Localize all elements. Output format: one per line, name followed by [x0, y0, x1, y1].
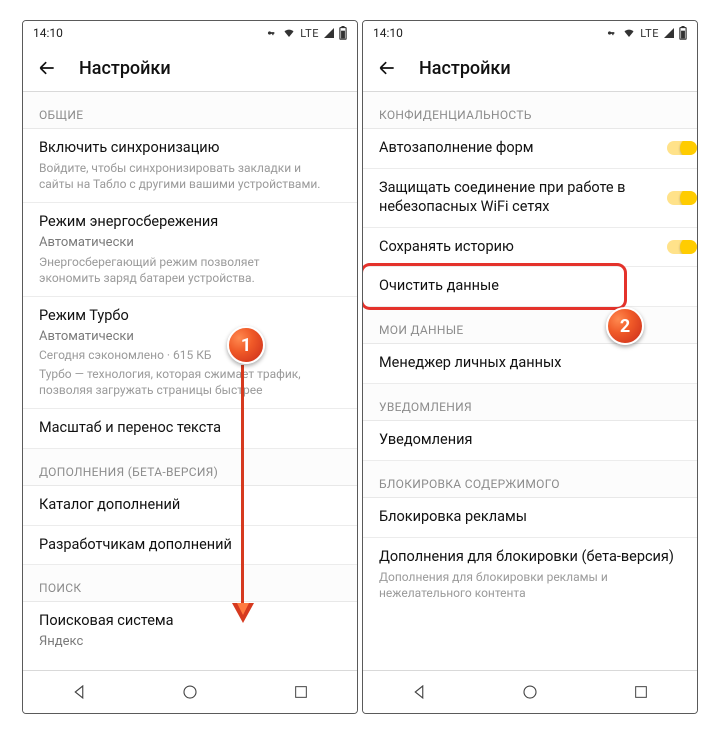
arrow-left-icon: [37, 58, 57, 78]
row-power-saving[interactable]: Режим энергосбережения Автоматически Эне…: [23, 203, 357, 297]
row-title: Дополнения для блокировки (бета-версия): [379, 548, 681, 567]
phone-screenshot-right: 14:10 LTE Настройки КОНФИДЕНЦИАЛЬНОСТЬ А…: [362, 20, 698, 714]
row-subtitle: Дополнения для блокировки рекламы и неже…: [379, 569, 681, 601]
app-header: Настройки: [23, 45, 357, 92]
row-autofill-forms[interactable]: Автозаполнение форм: [363, 129, 697, 169]
wifi-icon: [282, 27, 296, 39]
row-value: Автоматически: [39, 234, 341, 252]
row-title: Менеджер личных данных: [379, 354, 681, 373]
row-addons-catalog[interactable]: Каталог дополнений: [23, 486, 357, 526]
row-title: Режим Турбо: [39, 307, 341, 326]
section-addons: ДОПОЛНЕНИЯ (БЕТА-ВЕРСИЯ): [23, 449, 357, 486]
battery-icon: [679, 26, 687, 40]
row-title: Уведомления: [379, 431, 681, 450]
row-subtitle: Энергосберегающий режим позволяет эконом…: [39, 254, 341, 286]
nav-recent-button[interactable]: [627, 678, 655, 706]
arrow-left-icon: [377, 58, 397, 78]
back-button[interactable]: [377, 58, 397, 78]
status-icons: LTE: [264, 26, 347, 40]
row-protect-wifi[interactable]: Защищать соединение при работе в небезоп…: [363, 169, 697, 228]
row-adblock-addons[interactable]: Дополнения для блокировки (бета-версия) …: [363, 538, 697, 611]
row-title: Поисковая система: [39, 612, 341, 631]
toggle-switch[interactable]: [667, 191, 697, 205]
row-enable-sync[interactable]: Включить синхронизацию Войдите, чтобы си…: [23, 129, 357, 203]
clock: 14:10: [373, 26, 403, 40]
circle-icon: [521, 683, 539, 701]
square-icon: [293, 684, 309, 700]
nav-back-button[interactable]: [65, 678, 93, 706]
nav-back-button[interactable]: [405, 678, 433, 706]
row-title: Включить синхронизацию: [39, 139, 341, 158]
nav-home-button[interactable]: [176, 678, 204, 706]
annotation-badge-2: 2: [606, 307, 644, 345]
annotation-badge-1: 1: [227, 326, 265, 364]
row-title: Каталог дополнений: [39, 496, 341, 515]
row-subtitle: Войдите, чтобы синхронизировать закладки…: [39, 160, 341, 192]
phone-screenshot-left: 14:10 LTE Настройки ОБЩИЕ Включить синхр…: [22, 20, 358, 714]
row-clear-data[interactable]: Очистить данные: [363, 267, 697, 307]
back-button[interactable]: [37, 58, 57, 78]
row-title: Режим энергосбережения: [39, 213, 341, 232]
toggle-switch[interactable]: [667, 240, 697, 254]
status-icons: LTE: [604, 26, 687, 40]
page-title: Настройки: [419, 58, 511, 79]
section-notifications: УВЕДОМЛЕНИЯ: [363, 384, 697, 421]
lte-label: LTE: [640, 27, 659, 40]
settings-content-left: ОБЩИЕ Включить синхронизацию Войдите, чт…: [23, 92, 357, 670]
row-scale-text[interactable]: Масштаб и перенос текста: [23, 409, 357, 449]
row-title: Блокировка рекламы: [379, 508, 681, 527]
battery-icon: [339, 26, 347, 40]
clock: 14:10: [33, 26, 63, 40]
row-personal-data-manager[interactable]: Менеджер личных данных: [363, 344, 697, 384]
section-privacy: КОНФИДЕНЦИАЛЬНОСТЬ: [363, 92, 697, 129]
vpn-key-icon: [604, 28, 618, 38]
page-title: Настройки: [79, 58, 171, 79]
wifi-icon: [622, 27, 636, 39]
row-value: Автоматически: [39, 328, 341, 346]
circle-icon: [181, 683, 199, 701]
row-title: Масштаб и перенос текста: [39, 419, 341, 438]
nav-home-button[interactable]: [516, 678, 544, 706]
annotation-arrow-head-inner: [237, 603, 249, 615]
square-icon: [633, 684, 649, 700]
status-bar: 14:10 LTE: [23, 21, 357, 45]
section-general: ОБЩИЕ: [23, 92, 357, 129]
row-title: Разработчикам дополнений: [39, 536, 341, 555]
triangle-left-icon: [410, 683, 428, 701]
nav-recent-button[interactable]: [287, 678, 315, 706]
row-search-engine[interactable]: Поисковая система Яндекс: [23, 602, 357, 660]
row-notifications[interactable]: Уведомления: [363, 421, 697, 461]
row-turbo-mode[interactable]: Режим Турбо Автоматически Сегодня сэконо…: [23, 297, 357, 409]
toggle-switch[interactable]: [667, 141, 697, 155]
vpn-key-icon: [264, 28, 278, 38]
row-addons-developers[interactable]: Разработчикам дополнений: [23, 526, 357, 566]
row-subtitle: Сегодня сэкономлено · 615 КБ: [39, 347, 341, 363]
row-adblock[interactable]: Блокировка рекламы: [363, 498, 697, 538]
row-subtitle-2: Турбо — технология, которая сжимает траф…: [39, 366, 341, 398]
row-title: Автозаполнение форм: [379, 139, 661, 158]
row-title: Очистить данные: [379, 277, 681, 296]
android-nav-bar: [363, 670, 697, 713]
annotation-arrow: [241, 365, 244, 610]
row-value: Яндекс: [39, 633, 341, 651]
triangle-left-icon: [70, 683, 88, 701]
row-save-history[interactable]: Сохранять историю: [363, 228, 697, 268]
signal-icon: [323, 27, 335, 39]
status-bar: 14:10 LTE: [363, 21, 697, 45]
row-title: Защищать соединение при работе в небезоп…: [379, 179, 661, 217]
section-content-blocking: БЛОКИРОВКА СОДЕРЖИМОГО: [363, 461, 697, 498]
settings-content-right: КОНФИДЕНЦИАЛЬНОСТЬ Автозаполнение форм З…: [363, 92, 697, 670]
signal-icon: [663, 27, 675, 39]
section-my-data: МОИ ДАННЫЕ: [363, 307, 697, 344]
lte-label: LTE: [300, 27, 319, 40]
android-nav-bar: [23, 670, 357, 713]
row-title: Сохранять историю: [379, 238, 661, 257]
section-search: ПОИСК: [23, 565, 357, 602]
app-header: Настройки: [363, 45, 697, 92]
